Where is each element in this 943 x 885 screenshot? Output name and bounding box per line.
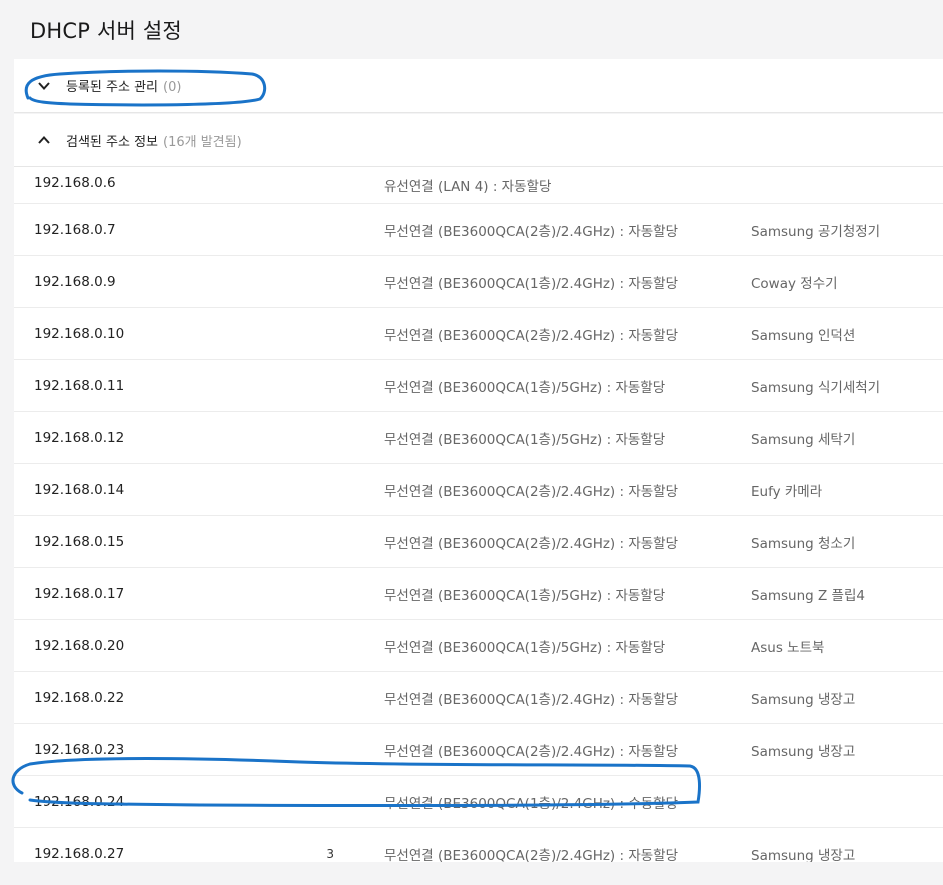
discovered-address-list: 192.168.0.6 유선연결 (LAN 4) : 자동할당 192.168.… [14,166,943,862]
registered-address-count: (0) [163,80,182,95]
table-row[interactable]: 192.168.0.24 무선연결 (BE3600QCA(1층)/2.4GHz)… [14,776,943,828]
ip-address: 192.168.0.15 [34,533,125,550]
connection-info: 무선연결 (BE3600QCA(1층)/2.4GHz) : 자동할당 [384,275,679,292]
table-row[interactable]: 192.168.0.9 무선연결 (BE3600QCA(1층)/2.4GHz) … [14,256,943,308]
table-row[interactable]: 192.168.0.12 무선연결 (BE3600QCA(1층)/5GHz) :… [14,412,943,464]
table-row[interactable]: 192.168.0.27 3 무선연결 (BE3600QCA(2층)/2.4GH… [14,828,943,863]
discovered-address-count: (16개 발견됨) [163,134,242,150]
device-name: Eufy 카메라 [751,483,823,500]
device-name: Asus 노트북 [751,639,825,656]
ip-address: 192.168.0.24 [34,793,125,810]
discovered-address-toggle[interactable]: 검색된 주소 정보 (16개 발견됨) [14,114,943,167]
device-name: Samsung Z 플립4 [751,587,865,604]
discovered-address-header: 검색된 주소 정보 (16개 발견됨) [66,131,242,150]
ip-address: 192.168.0.27 [34,845,125,862]
chevron-up-icon [38,136,50,144]
table-row[interactable]: 192.168.0.15 무선연결 (BE3600QCA(2층)/2.4GHz)… [14,516,943,568]
registered-address-toggle[interactable]: 등록된 주소 관리 (0) [14,59,943,112]
ip-address: 192.168.0.23 [34,741,125,758]
device-name: Coway 정수기 [751,275,838,292]
ip-address: 192.168.0.12 [34,429,125,446]
connection-info: 무선연결 (BE3600QCA(1층)/5GHz) : 자동할당 [384,587,666,604]
table-row[interactable]: 192.168.0.7 무선연결 (BE3600QCA(2층)/2.4GHz) … [14,204,943,256]
ip-address: 192.168.0.17 [34,585,125,602]
connection-info: 무선연결 (BE3600QCA(2층)/2.4GHz) : 자동할당 [384,535,679,552]
table-row[interactable]: 192.168.0.14 무선연결 (BE3600QCA(2층)/2.4GHz)… [14,464,943,516]
bottom-strip [14,862,943,885]
table-row[interactable]: 192.168.0.22 무선연결 (BE3600QCA(1층)/2.4GHz)… [14,672,943,724]
table-row[interactable]: 192.168.0.17 무선연결 (BE3600QCA(1층)/5GHz) :… [14,568,943,620]
device-name: Samsung 청소기 [751,535,856,552]
device-name: Samsung 인덕션 [751,327,856,344]
discovered-address-label: 검색된 주소 정보 [66,134,158,150]
discovered-address-panel: 검색된 주소 정보 (16개 발견됨) 192.168.0.6 유선연결 (LAN… [14,114,943,862]
table-row[interactable]: 192.168.0.11 무선연결 (BE3600QCA(1층)/5GHz) :… [14,360,943,412]
connection-info: 무선연결 (BE3600QCA(2층)/2.4GHz) : 자동할당 [384,743,679,760]
ip-address: 192.168.0.10 [34,325,125,342]
device-name: Samsung 냉장고 [751,691,856,708]
connection-info: 무선연결 (BE3600QCA(1층)/5GHz) : 자동할당 [384,379,666,396]
dhcp-settings-page: DHCP 서버 설정 등록된 주소 관리 (0) 검색된 주소 정보 (16개 발견… [0,0,943,885]
ip-address: 192.168.0.6 [34,175,116,191]
device-name: Samsung 식기세척기 [751,379,881,396]
connection-info: 무선연결 (BE3600QCA(2층)/2.4GHz) : 자동할당 [384,327,679,344]
ip-address: 192.168.0.22 [34,689,125,706]
connection-info: 무선연결 (BE3600QCA(2층)/2.4GHz) : 자동할당 [384,483,679,500]
table-row[interactable]: 192.168.0.6 유선연결 (LAN 4) : 자동할당 [14,166,943,204]
ip-address: 192.168.0.20 [34,637,125,654]
ip-address: 192.168.0.9 [34,273,116,290]
registered-address-header: 등록된 주소 관리 (0) [66,76,181,95]
connection-info: 무선연결 (BE3600QCA(1층)/2.4GHz) : 자동할당 [384,691,679,708]
device-name: Samsung 공기청정기 [751,223,881,240]
connection-info: 무선연결 (BE3600QCA(1층)/5GHz) : 자동할당 [384,639,666,656]
registered-address-label: 등록된 주소 관리 [66,80,158,95]
registered-address-panel: 등록된 주소 관리 (0) [14,59,943,113]
ip-address: 192.168.0.7 [34,221,116,238]
connection-info: 무선연결 (BE3600QCA(2층)/2.4GHz) : 자동할당 [384,847,679,863]
mac-address: 3 [326,846,334,861]
connection-info: 무선연결 (BE3600QCA(2층)/2.4GHz) : 자동할당 [384,223,679,240]
ip-address: 192.168.0.14 [34,481,125,498]
device-name: Samsung 냉장고 [751,743,856,760]
table-row[interactable]: 192.168.0.10 무선연결 (BE3600QCA(2층)/2.4GHz)… [14,308,943,360]
device-name: Samsung 세탁기 [751,431,856,448]
chevron-down-icon [38,81,50,90]
connection-info: 유선연결 (LAN 4) : 자동할당 [384,179,552,195]
page-title: DHCP 서버 설정 [30,19,182,43]
table-row[interactable]: 192.168.0.20 무선연결 (BE3600QCA(1층)/5GHz) :… [14,620,943,672]
table-row[interactable]: 192.168.0.23 무선연결 (BE3600QCA(2층)/2.4GHz)… [14,724,943,776]
device-name: Samsung 냉장고 [751,847,856,863]
ip-address: 192.168.0.11 [34,377,125,394]
connection-info: 무선연결 (BE3600QCA(1층)/5GHz) : 자동할당 [384,431,666,448]
connection-info: 무선연결 (BE3600QCA(1층)/2.4GHz) : 수동할당 [384,795,679,812]
